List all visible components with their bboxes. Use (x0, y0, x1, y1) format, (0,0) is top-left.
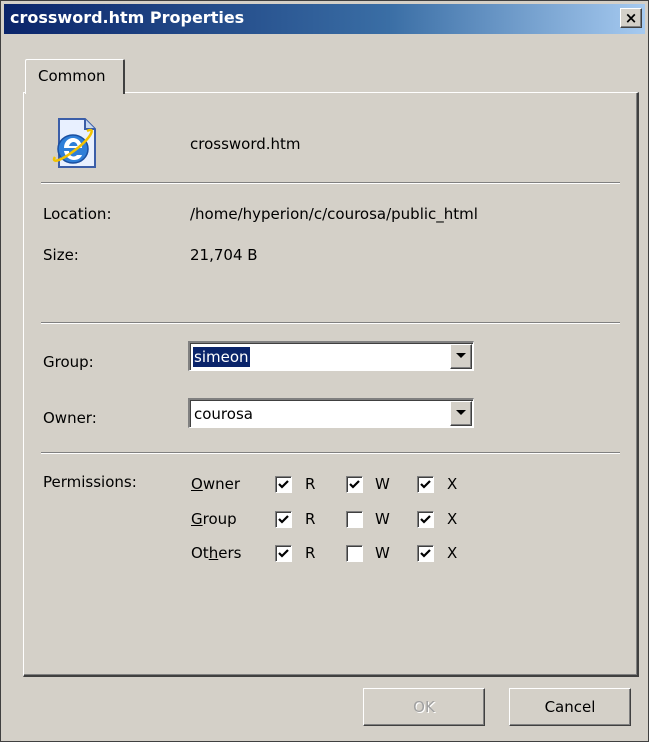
checkmark-icon (278, 549, 289, 558)
permissions-label: Permissions: (43, 473, 137, 491)
ie-document-icon (52, 118, 96, 168)
close-icon: × (624, 9, 638, 27)
size-label: Size: (43, 246, 79, 264)
group-read-checkbox[interactable] (275, 511, 292, 528)
write-letter: W (375, 510, 390, 528)
chevron-down-icon (456, 353, 466, 358)
tab-common-label: Common (38, 67, 106, 85)
group-write-checkbox[interactable] (346, 511, 363, 528)
read-letter: R (305, 510, 316, 528)
others-read-checkbox[interactable] (275, 545, 292, 562)
group-execute-checkbox[interactable] (417, 511, 434, 528)
checkmark-icon (278, 515, 289, 524)
owner-write-checkbox[interactable] (346, 476, 363, 493)
execute-letter: X (447, 475, 458, 493)
write-letter: W (375, 475, 390, 493)
dialog-title: crossword.htm Properties (10, 8, 245, 27)
checkmark-icon (349, 480, 360, 489)
owner-select[interactable]: courosa (188, 398, 474, 428)
checkmark-icon (420, 480, 431, 489)
owner-select-dropdown-button[interactable] (450, 401, 472, 426)
separator (41, 322, 620, 324)
checkmark-icon (278, 480, 289, 489)
owner-label: Owner: (43, 409, 97, 427)
title-bar[interactable]: crossword.htm Properties × (4, 4, 645, 34)
separator (41, 452, 620, 454)
ok-button[interactable]: OK (363, 688, 485, 726)
group-select[interactable]: simeon (188, 341, 474, 371)
properties-dialog: crossword.htm Properties × Common crossw… (0, 0, 649, 742)
read-letter: R (305, 475, 316, 493)
permission-owner-label: Owner (191, 475, 240, 493)
group-select-value: simeon (193, 347, 250, 367)
others-execute-checkbox[interactable] (417, 545, 434, 562)
chevron-down-icon (456, 410, 466, 415)
size-value: 21,704 B (190, 246, 258, 264)
execute-letter: X (447, 544, 458, 562)
owner-read-checkbox[interactable] (275, 476, 292, 493)
execute-letter: X (447, 510, 458, 528)
others-write-checkbox[interactable] (346, 545, 363, 562)
checkmark-icon (420, 549, 431, 558)
location-value: /home/hyperion/c/courosa/public_html (190, 205, 478, 223)
location-label: Location: (43, 205, 112, 223)
checkmark-icon (420, 515, 431, 524)
close-button[interactable]: × (620, 8, 642, 28)
separator (41, 182, 620, 184)
tab-common[interactable]: Common (25, 59, 125, 94)
permission-group-label: Group (191, 510, 237, 528)
owner-execute-checkbox[interactable] (417, 476, 434, 493)
permission-others-label: Others (191, 544, 242, 562)
cancel-button[interactable]: Cancel (509, 688, 631, 726)
write-letter: W (375, 544, 390, 562)
file-name: crossword.htm (190, 135, 301, 153)
group-select-dropdown-button[interactable] (450, 344, 472, 369)
owner-select-value: courosa (194, 405, 253, 423)
read-letter: R (305, 544, 316, 562)
group-label: Group: (43, 353, 94, 371)
tab-panel-common (23, 92, 639, 677)
